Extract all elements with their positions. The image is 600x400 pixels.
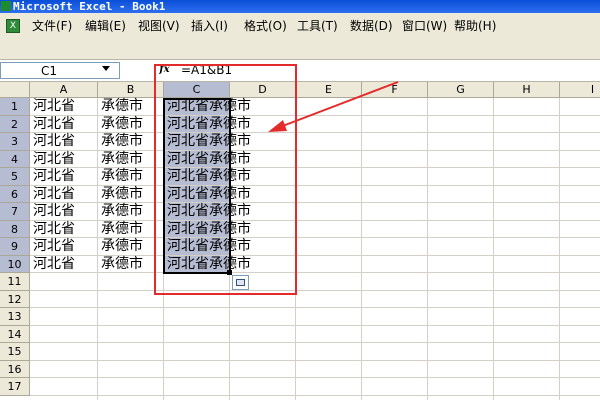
cell-a1[interactable]: 河北省 [33,98,75,116]
auto-fill-options-icon[interactable] [232,275,249,290]
grid-line [427,98,428,400]
cell-b3[interactable]: 承德市 [101,133,143,151]
cell-a4[interactable]: 河北省 [33,151,75,169]
cell-b10[interactable]: 承德市 [101,256,143,274]
grid-line [30,324,600,326]
menu-tools[interactable]: 工具(T) [297,13,338,39]
menu-insert[interactable]: 插入(I) [191,13,228,39]
row-header-10[interactable]: 10 [0,255,30,273]
title-bar: Microsoft Excel - Book1 [0,0,600,13]
grid-line [361,98,362,400]
select-all-corner[interactable] [0,82,30,98]
column-header-b[interactable]: B [98,82,164,98]
name-box[interactable]: C1 [0,62,120,79]
cell-b5[interactable]: 承德市 [101,168,143,186]
grid-line [559,98,560,400]
grid-line [30,359,600,361]
row-header-6[interactable]: 6 [0,185,30,203]
menu-format[interactable]: 格式(O) [244,13,287,39]
menu-window[interactable]: 窗口(W) [402,13,447,39]
row-header-8[interactable]: 8 [0,220,30,238]
cell-a6[interactable]: 河北省 [33,186,75,204]
grid-line [30,342,600,343]
menu-edit[interactable]: 编辑(E) [85,13,126,39]
cell-b4[interactable]: 承德市 [101,151,143,169]
column-header-c[interactable]: C [164,82,230,98]
fx-icon[interactable]: fx [158,63,171,76]
menu-bar: X 文件(F) 编辑(E) 视图(V) 插入(I) 格式(O) 工具(T) 数据… [0,13,600,39]
cell-a5[interactable]: 河北省 [33,168,75,186]
menu-file[interactable]: 文件(F) [32,13,72,39]
grid-line [30,394,600,396]
column-header-h[interactable]: H [494,82,560,98]
cell-a10[interactable]: 河北省 [33,256,75,274]
column-header-e[interactable]: E [296,82,362,98]
worksheet-grid[interactable]: A B C D E F G H I 1 2 3 4 5 6 7 8 9 10 11 12 13 14 15 16 17 河北省 承德市… [0,82,600,400]
row-header-9[interactable]: 9 [0,238,30,256]
cell-b8[interactable]: 承德市 [101,221,143,239]
formula-input[interactable]: =A1&B1 [181,63,232,77]
formula-bar: C1 fx =A1&B1 [0,60,600,82]
cell-a8[interactable]: 河北省 [33,221,75,239]
cell-a3[interactable]: 河北省 [33,133,75,151]
grid-line [97,98,98,400]
cell-b7[interactable]: 承德市 [101,203,143,221]
cell-b2[interactable]: 承德市 [101,116,143,134]
clipboard-icon [236,279,245,286]
row-header-3[interactable]: 3 [0,133,30,151]
row-header-13[interactable]: 13 [0,308,30,326]
excel-app-icon [1,1,11,11]
grid-line [30,289,600,291]
row-header-1[interactable]: 1 [0,98,30,116]
row-header-2[interactable]: 2 [0,115,30,133]
row-header-12[interactable]: 12 [0,290,30,308]
grid-line [30,307,600,308]
cell-a7[interactable]: 河北省 [33,203,75,221]
grid-line [295,98,296,400]
column-header-d[interactable]: D [230,82,296,98]
row-header-5[interactable]: 5 [0,168,30,186]
menu-data[interactable]: 数据(D) [350,13,393,39]
row-header-17[interactable]: 17 [0,378,30,396]
row-header-14[interactable]: 14 [0,325,30,343]
cell-a2[interactable]: 河北省 [33,116,75,134]
column-header-g[interactable]: G [428,82,494,98]
row-header-15[interactable]: 15 [0,343,30,361]
column-header-i[interactable]: I [560,82,600,98]
cell-b6[interactable]: 承德市 [101,186,143,204]
row-header-4[interactable]: 4 [0,150,30,168]
grid-line [493,98,494,400]
column-header-a[interactable]: A [30,82,98,98]
column-header-f[interactable]: F [362,82,428,98]
row-header-11[interactable]: 11 [0,273,30,291]
cell-b9[interactable]: 承德市 [101,238,143,256]
row-header-16[interactable]: 16 [0,360,30,378]
name-box-value: C1 [41,64,58,78]
toolbar-area [0,39,600,60]
chevron-down-icon[interactable] [102,66,110,71]
menu-help[interactable]: 帮助(H) [454,13,496,39]
cell-b1[interactable]: 承德市 [101,98,143,116]
workbook-menu-icon[interactable]: X [6,19,20,33]
menu-view[interactable]: 视图(V) [138,13,180,39]
window-title: Microsoft Excel - Book1 [13,0,166,13]
grid-line [30,377,600,378]
selection-border [163,98,231,274]
row-header-7[interactable]: 7 [0,203,30,221]
cell-a9[interactable]: 河北省 [33,238,75,256]
